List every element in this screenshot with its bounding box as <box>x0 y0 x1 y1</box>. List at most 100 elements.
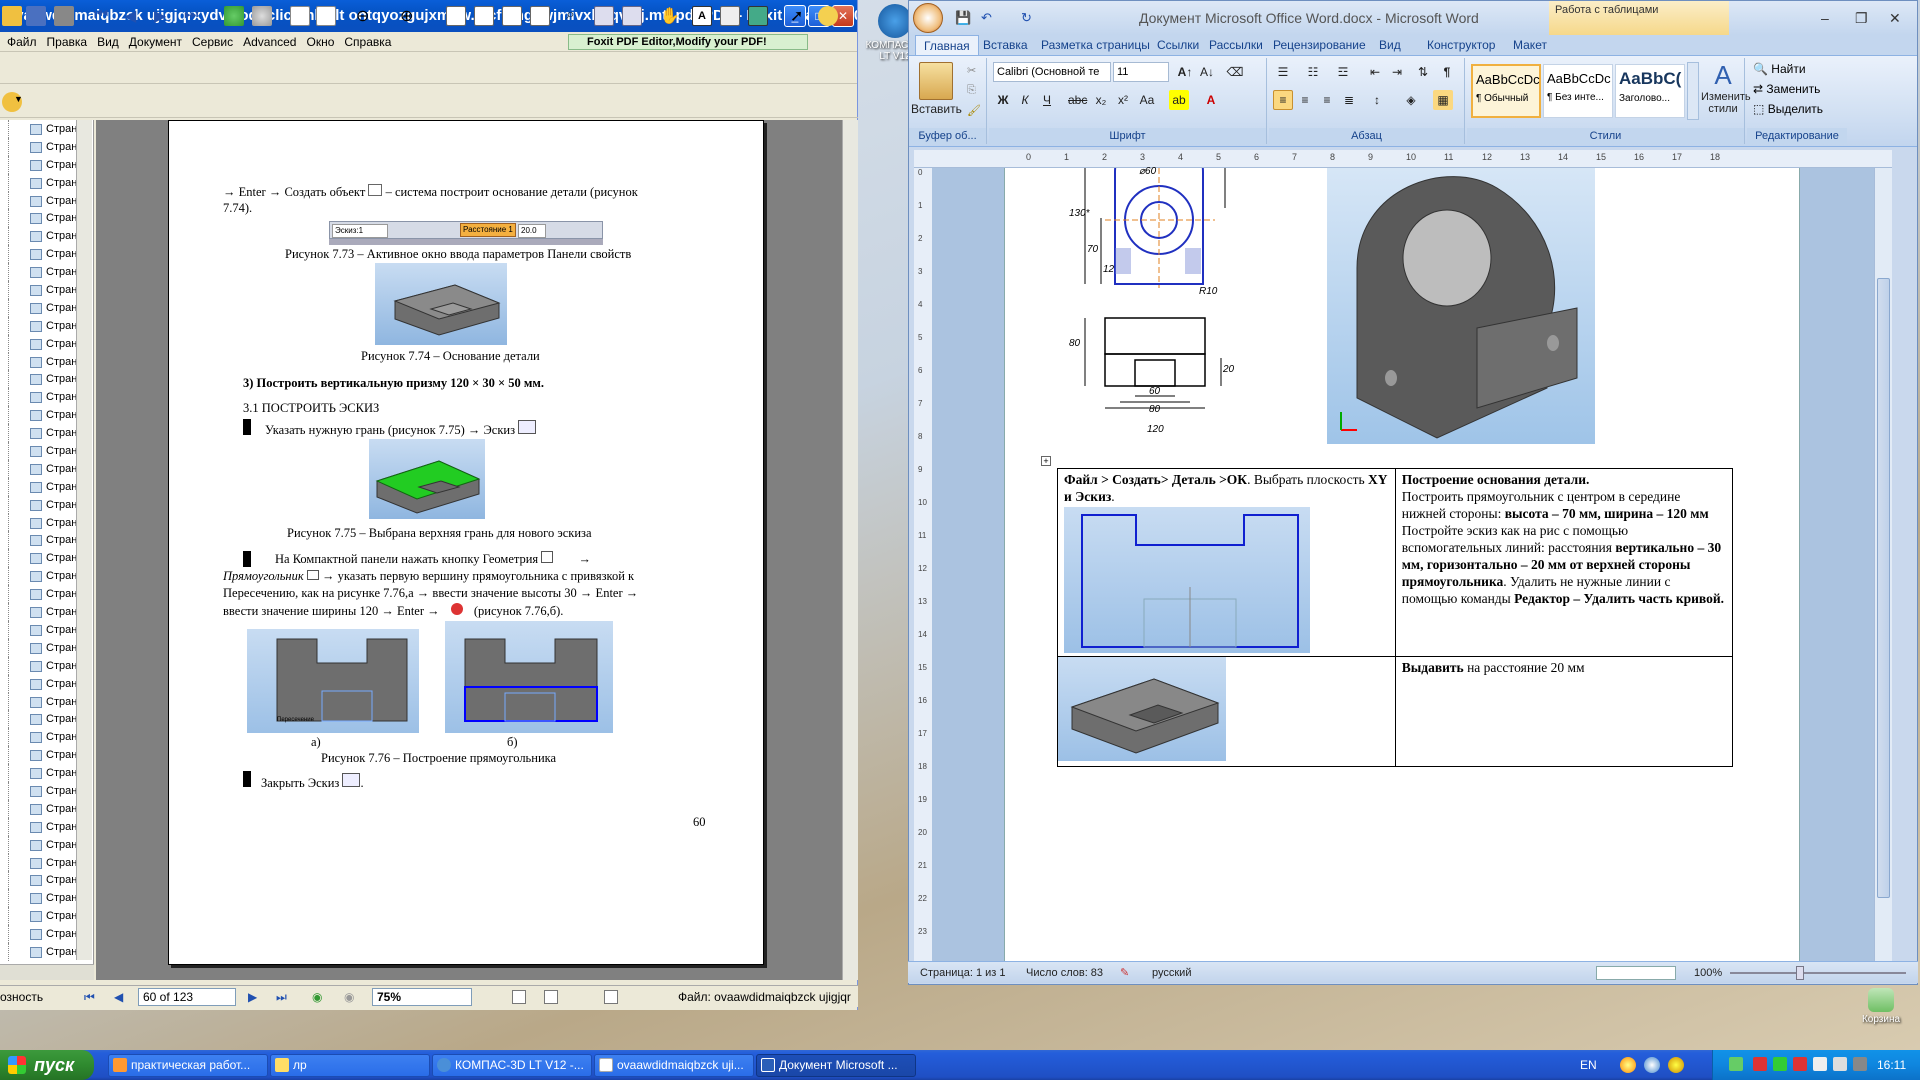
continuous-view-icon[interactable] <box>544 990 558 1004</box>
desktop-icon-recycle[interactable]: Корзина <box>1846 988 1916 1025</box>
horizontal-ruler[interactable]: 0 1 2 3 4 5 6 7 8 9 10 11 12 13 14 15 16 17 18 <box>914 150 1914 168</box>
numbering-icon[interactable]: ☷ <box>1303 62 1323 82</box>
single-page-view-icon[interactable] <box>512 990 526 1004</box>
ribbon-tab[interactable]: Разметка страницы <box>1033 35 1158 55</box>
style-heading[interactable]: AaBbC( Заголово... <box>1615 64 1685 118</box>
find-button[interactable]: 🔍 Найти <box>1753 62 1806 76</box>
redo-icon[interactable]: ↻ <box>1021 1 1032 35</box>
status-language[interactable]: русский <box>1152 962 1191 984</box>
align-left-icon[interactable]: ≡ <box>1273 90 1293 110</box>
status-words[interactable]: Число слов: 83 <box>1026 962 1103 984</box>
typewriter-icon[interactable] <box>818 6 838 26</box>
strikethrough-button[interactable]: abc <box>1067 90 1087 110</box>
style-normal[interactable]: AaBbCcDc ¶ Обычный <box>1471 64 1541 118</box>
font-name-select[interactable]: Calibri (Основной те <box>993 62 1111 82</box>
pointer-icon[interactable]: ➚ <box>790 6 810 26</box>
go-forward-icon[interactable] <box>252 6 272 26</box>
sort-icon[interactable]: ⇅ <box>1413 62 1433 82</box>
menu-item[interactable]: Advanced <box>238 35 301 49</box>
italic-button[interactable]: К <box>1015 90 1035 110</box>
fit-visible-icon[interactable] <box>530 6 550 26</box>
last-page-icon[interactable]: ⏭ <box>184 6 204 26</box>
tray-app-icon[interactable] <box>1620 1057 1636 1073</box>
hand-tool-icon[interactable]: ✋ <box>660 6 680 26</box>
ribbon-tab[interactable]: Вставка <box>975 35 1036 55</box>
network-icon[interactable] <box>1729 1057 1743 1071</box>
menu-item[interactable]: Правка <box>42 35 93 49</box>
forward-icon[interactable]: ◉ <box>344 986 354 1008</box>
snapshot-icon[interactable] <box>720 6 740 26</box>
back-icon[interactable]: ◉ <box>312 986 322 1008</box>
single-page-icon[interactable] <box>594 6 614 26</box>
styles-scroll[interactable] <box>1687 62 1699 120</box>
menu-item[interactable]: Документ <box>124 35 187 49</box>
continuous-icon[interactable] <box>622 6 642 26</box>
binoculars-icon[interactable]: ⌕ <box>566 6 586 26</box>
status-zoom[interactable]: 100% <box>1694 962 1722 984</box>
subscript-button[interactable]: x₂ <box>1091 90 1111 110</box>
save-icon[interactable] <box>26 6 46 26</box>
align-center-icon[interactable]: ≡ <box>1295 90 1315 110</box>
ribbon-tab[interactable]: Рецензирование <box>1265 35 1374 55</box>
ribbon-tab[interactable]: Конструктор <box>1419 35 1503 55</box>
justify-icon[interactable]: ≣ <box>1339 90 1359 110</box>
select-button[interactable]: ⬚ Выделить <box>1753 102 1823 116</box>
fit-page-icon[interactable] <box>474 6 494 26</box>
next-page-icon[interactable]: ▶ <box>248 986 257 1008</box>
zoom-out-icon[interactable]: ⊖ <box>356 6 376 26</box>
quick-save-icon[interactable]: 💾 <box>955 1 971 35</box>
task-button[interactable]: Документ Microsoft ... <box>756 1054 916 1077</box>
cut-icon[interactable]: ✂ <box>967 64 976 77</box>
align-right-icon[interactable]: ≡ <box>1317 90 1337 110</box>
underline-button[interactable]: Ч <box>1037 90 1057 110</box>
table-cell[interactable]: Файл > Создать> Деталь >ОК. Выбрать плос… <box>1057 468 1396 657</box>
volume-icon[interactable] <box>1833 1057 1847 1071</box>
table-cell[interactable]: Построение основания детали. Построить п… <box>1394 468 1734 657</box>
first-page-icon[interactable]: ⏮ <box>84 986 95 1008</box>
clear-format-icon[interactable]: ⌫ <box>1225 62 1245 82</box>
font-color-icon[interactable]: A <box>1201 90 1221 110</box>
status-page[interactable]: Страница: 1 из 1 <box>920 962 1006 984</box>
grow-font-icon[interactable]: A↑ <box>1175 62 1195 82</box>
tray-app-icon[interactable] <box>1668 1057 1684 1073</box>
text-select-icon[interactable]: A <box>692 6 712 26</box>
pilcrow-icon[interactable]: ¶ <box>1437 62 1457 82</box>
font-size-select[interactable]: 11 <box>1113 62 1169 82</box>
ribbon-tab[interactable]: Ссылки <box>1149 35 1207 55</box>
ribbon-tab[interactable]: Вид <box>1371 35 1409 55</box>
pdf-scrollbar[interactable] <box>842 120 858 980</box>
dropdown-arrow-icon[interactable]: ▼ <box>14 94 34 114</box>
style-no-spacing[interactable]: AaBbCcDc ¶ Без инте... <box>1543 64 1613 118</box>
change-styles-button[interactable]: A Изменить стили <box>1701 60 1751 115</box>
first-page-icon[interactable]: ⏮ <box>94 6 114 26</box>
zoom-slider[interactable] <box>1730 972 1906 974</box>
paste-label[interactable]: Вставить <box>911 102 962 116</box>
bold-button[interactable]: Ж <box>993 90 1013 110</box>
language-indicator[interactable]: EN <box>1580 1050 1597 1080</box>
bullets-icon[interactable]: ☰ <box>1273 62 1293 82</box>
line-spacing-icon[interactable]: ↕ <box>1367 90 1387 110</box>
minimize-button[interactable]: – <box>1821 1 1829 35</box>
decrease-indent-icon[interactable]: ⇤ <box>1365 62 1385 82</box>
borders-icon[interactable]: ▦ <box>1433 90 1453 110</box>
prev-page-icon[interactable]: ◀ <box>114 986 123 1008</box>
antivirus-icon[interactable] <box>1753 1057 1767 1071</box>
page-icon[interactable] <box>290 6 310 26</box>
menu-item[interactable]: Справка <box>339 35 396 49</box>
vertical-ruler[interactable]: 0 1 2 3 4 5 6 7 8 9 10 11 12 13 14 15 16 17 18 19 20 21 22 23 <box>914 168 932 961</box>
office-button[interactable] <box>913 3 943 33</box>
prev-page-icon[interactable]: ◀ <box>124 6 144 26</box>
start-button[interactable]: пуск <box>0 1050 94 1080</box>
scroll-thumb[interactable] <box>1877 278 1890 898</box>
increase-indent-icon[interactable]: ⇥ <box>1387 62 1407 82</box>
actual-size-icon[interactable] <box>446 6 466 26</box>
table-cell[interactable]: Выдавить на расстояние 20 мм <box>1394 656 1734 767</box>
paste-icon[interactable] <box>919 62 953 100</box>
table-cell[interactable] <box>1057 656 1396 767</box>
proofing-icon[interactable]: ✎ <box>1120 962 1129 984</box>
update-icon[interactable] <box>1793 1057 1807 1071</box>
image-icon[interactable] <box>748 6 768 26</box>
copy-icon[interactable]: ⎘ <box>967 84 976 97</box>
next-page-icon[interactable]: ▶ <box>154 6 174 26</box>
highlight-icon[interactable]: ab <box>1169 90 1189 110</box>
